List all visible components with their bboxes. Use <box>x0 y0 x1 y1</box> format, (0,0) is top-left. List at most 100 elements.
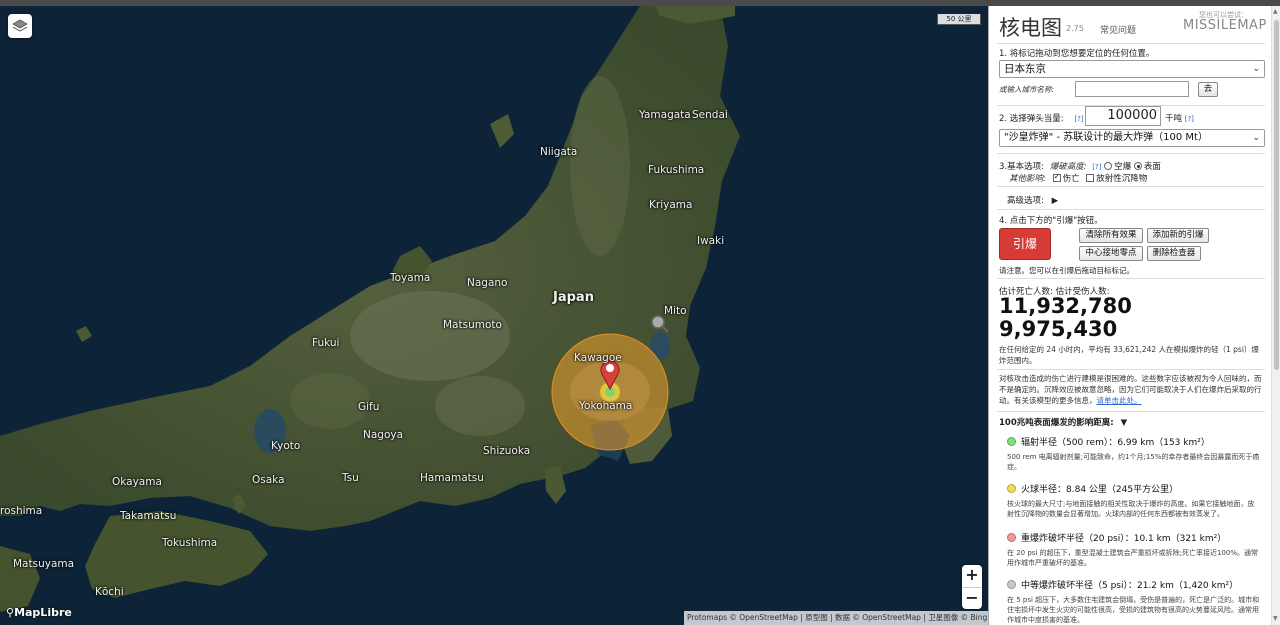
place-label: Takamatsu <box>120 510 177 522</box>
divider <box>997 209 1265 210</box>
layers-button[interactable] <box>8 14 32 38</box>
city-input[interactable] <box>1075 81 1189 97</box>
divider <box>997 411 1265 412</box>
maplibre-icon: ⚲ <box>6 606 15 619</box>
place-label: Fukushima <box>648 164 705 176</box>
effect-moderate-blast: 中等爆炸破坏半径（5 psi）：21.2 km（1,420 km²） 在 5 p… <box>1007 580 1260 624</box>
divider <box>997 43 1265 44</box>
checkbox-checked-icon <box>1052 172 1061 182</box>
control-panel: 核电图 2.75 常见问题 您也可以尝试： MISSILEMAP 1. 将标记拖… <box>988 6 1271 625</box>
scroll-up-icon[interactable]: ▲ <box>1273 8 1278 15</box>
maplibre-logo[interactable]: ⚲MapLibre <box>6 606 72 619</box>
place-label: Gifu <box>358 401 380 413</box>
checkbox-icon <box>1086 174 1095 182</box>
panel-scrollbar[interactable]: ▲ ▼ <box>1271 6 1280 625</box>
place-label: Okayama <box>112 476 162 488</box>
zoom-control: + − <box>962 565 982 609</box>
place-label: Nagano <box>467 277 508 289</box>
zoom-in-button[interactable]: + <box>962 565 982 587</box>
preset-select[interactable]: "沙皇炸弹" - 苏联设计的最大炸弹（100 Mt） ⌄ <box>999 129 1265 147</box>
add-detonation-button[interactable]: 添加新的引爆 <box>1147 228 1209 243</box>
country-label: Japan <box>553 290 594 305</box>
place-label: Hamamatsu <box>420 472 484 484</box>
triangle-right-icon: ▶ <box>1051 196 1059 206</box>
clear-effects-button[interactable]: 清除所有效果 <box>1079 228 1143 243</box>
go-button[interactable]: 去 <box>1198 82 1218 97</box>
note-text: 请注意。您可以在引爆后拖动目标标记。 <box>999 266 1134 275</box>
scroll-down-icon[interactable]: ▼ <box>1273 615 1278 622</box>
effect-radiation: 辐射半径（500 rem）：6.99 km（153 km²） 500 rem 电… <box>1007 437 1260 471</box>
place-label: Fukui <box>312 337 340 349</box>
zoom-out-button[interactable]: − <box>962 587 982 609</box>
chevron-down-icon: ⌄ <box>1252 64 1260 74</box>
triangle-down-icon: ▼ <box>1120 418 1128 428</box>
center-gz-button[interactable]: 中心接地零点 <box>1079 246 1143 261</box>
fallout-checkbox[interactable]: 放射性沉降物 <box>1086 174 1147 184</box>
place-label: Kawagoe <box>574 352 622 364</box>
place-label: Yamagata <box>639 109 691 121</box>
step1-label: 1. 将标记拖动到您想要定位的任何位置。 <box>999 49 1155 59</box>
casualties-checkbox[interactable]: 伤亡 <box>1052 172 1080 184</box>
place-label: Yokohama <box>579 400 633 412</box>
chevron-down-icon: ⌄ <box>1252 133 1260 143</box>
advanced-options-toggle[interactable]: 高级选项: ▶ <box>1007 194 1263 206</box>
delete-probe-button[interactable]: 删除检查器 <box>1147 246 1201 261</box>
layers-icon <box>12 19 28 32</box>
yield-input[interactable]: 100000 <box>1085 106 1161 126</box>
page-title: 核电图 <box>999 16 1062 40</box>
other-effects-row: 其他影响: 伤亡 放射性沉降物 <box>1009 172 1263 184</box>
place-label: Niigata <box>540 146 578 158</box>
unit-help-link[interactable]: [?] <box>1185 115 1194 123</box>
place-label: Iwaki <box>697 235 725 247</box>
effect-heavy-blast: 重爆炸破坏半径（20 psi）：10.1 km（321 km²） 在 20 ps… <box>1007 533 1258 567</box>
place-label: Nagoya <box>363 429 404 441</box>
faq-link[interactable]: 常见问题 <box>1100 23 1136 36</box>
place-label: Shizuoka <box>483 445 531 457</box>
radio-selected-icon <box>1133 162 1142 170</box>
more-info-link[interactable]: 请单击此处。 <box>1097 396 1142 405</box>
airburst-radio[interactable]: 空爆 <box>1104 162 1131 172</box>
place-label: Mito <box>664 305 687 317</box>
place-label: Matsumoto <box>443 319 502 331</box>
version-label: 2.75 <box>1066 24 1084 33</box>
moderate-blast-dot-icon <box>1007 580 1016 589</box>
divider <box>997 153 1265 154</box>
basic-options-row: 3.基本选项: 爆破高度: [?] 空爆 表面 <box>999 162 1161 172</box>
divider <box>997 186 1265 187</box>
step4-label: 4. 点击下方的"引爆"按钮。 <box>999 216 1103 226</box>
detonate-button[interactable]: 引爆 <box>999 228 1051 260</box>
place-label: Tokushima <box>162 537 218 549</box>
divider <box>997 278 1265 279</box>
place-label: roshima <box>0 505 43 517</box>
radiation-dot-icon <box>1007 437 1016 446</box>
scale-bar: 50 公里 <box>937 14 981 25</box>
place-label: Kyoto <box>271 440 301 452</box>
population-text: 在任何给定的 24 小时内，平均有 33,621,242 人在模拟爆炸的轻（1 … <box>999 345 1259 365</box>
disclaimer-text: 对核攻击造成的伤亡进行建模是很困难的。这些数字应该被视为令人回味的，而不是确定的… <box>999 374 1262 405</box>
map-view[interactable]: 50 公里 Yamagata Sendai Niigata Fukushima … <box>0 6 988 625</box>
map-attribution[interactable]: Protomaps © OpenStreetMap | 原型图 | 数据 © O… <box>684 611 988 625</box>
satellite-map <box>0 6 988 625</box>
effects-toggle[interactable]: 100兆吨表面爆发的影响距离: ▼ <box>999 416 1263 428</box>
place-label: Kriyama <box>649 199 693 211</box>
place-label: Toyama <box>390 272 431 284</box>
yield-help-link[interactable]: [?] <box>1074 115 1083 123</box>
scrollbar-thumb[interactable] <box>1274 20 1279 370</box>
place-label: Kōchi <box>95 586 124 598</box>
location-select[interactable]: 日本东京 ⌄ <box>999 60 1265 78</box>
place-label: Osaka <box>252 474 285 486</box>
effect-fireball: 火球半径：8.84 公里（245平方公里） 核火球的最大尺寸;与地面接触的相关性… <box>1007 484 1255 518</box>
missilemap-link[interactable]: MISSILEMAP <box>1183 18 1267 33</box>
place-label: Matsuyama <box>13 558 75 570</box>
radio-icon <box>1104 162 1113 170</box>
surface-radio[interactable]: 表面 <box>1133 162 1161 172</box>
burst-help-link[interactable]: [?] <box>1092 163 1101 171</box>
yield-unit-label: 千吨 [?] <box>1165 114 1194 124</box>
heavy-blast-dot-icon <box>1007 533 1016 542</box>
app-window: 50 公里 Yamagata Sendai Niigata Fukushima … <box>0 0 1280 625</box>
divider <box>997 369 1265 370</box>
place-label: Sendai <box>692 109 728 121</box>
injuries-count: 9,975,430 <box>999 317 1118 341</box>
place-label: Tsu <box>342 472 359 484</box>
fireball-dot-icon <box>1007 484 1016 493</box>
